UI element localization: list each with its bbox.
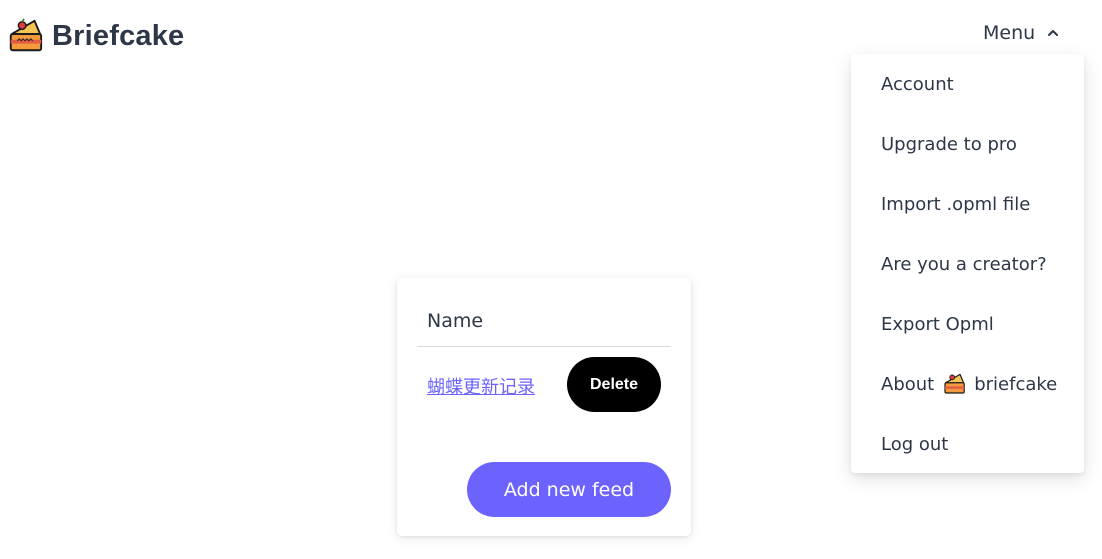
menu-dropdown: Account Upgrade to pro Import .opml file…: [851, 54, 1084, 473]
menu-item-account[interactable]: Account: [851, 54, 1084, 114]
cake-slice-icon: [944, 373, 966, 394]
menu-item-logout[interactable]: Log out: [851, 414, 1084, 474]
menu-item-export-opml[interactable]: Export Opml: [851, 294, 1084, 354]
menu-item-creator[interactable]: Are you a creator?: [851, 234, 1084, 294]
delete-feed-button[interactable]: Delete: [567, 357, 661, 412]
menu-label: Menu: [983, 22, 1036, 44]
menu-item-label: Are you a creator?: [881, 253, 1047, 275]
menu-toggle[interactable]: Menu: [983, 22, 1061, 44]
menu-item-label: Export Opml: [881, 313, 994, 335]
add-new-feed-button[interactable]: Add new feed: [467, 462, 671, 517]
menu-item-about[interactable]: About briefcake: [851, 354, 1084, 414]
feeds-card: Name 蝴蝶更新记录 Delete Add new feed: [397, 278, 691, 536]
app-logo[interactable]: Briefcake: [6, 17, 184, 55]
menu-item-label: Log out: [881, 433, 949, 455]
menu-item-label: Account: [881, 73, 954, 95]
column-header-name: Name: [427, 310, 484, 332]
header-divider: [417, 346, 671, 347]
menu-item-label-prefix: About: [881, 373, 935, 395]
menu-item-upgrade[interactable]: Upgrade to pro: [851, 114, 1084, 174]
app-title: Briefcake: [52, 19, 185, 52]
cake-slice-icon: [9, 18, 43, 52]
menu-item-label: Import .opml file: [881, 193, 1031, 215]
menu-item-label: Upgrade to pro: [881, 133, 1017, 155]
feed-link[interactable]: 蝴蝶更新记录: [427, 373, 535, 399]
menu-item-label-suffix: briefcake: [974, 373, 1058, 395]
chevron-up-icon: [1048, 30, 1059, 36]
menu-item-import-opml[interactable]: Import .opml file: [851, 174, 1084, 234]
